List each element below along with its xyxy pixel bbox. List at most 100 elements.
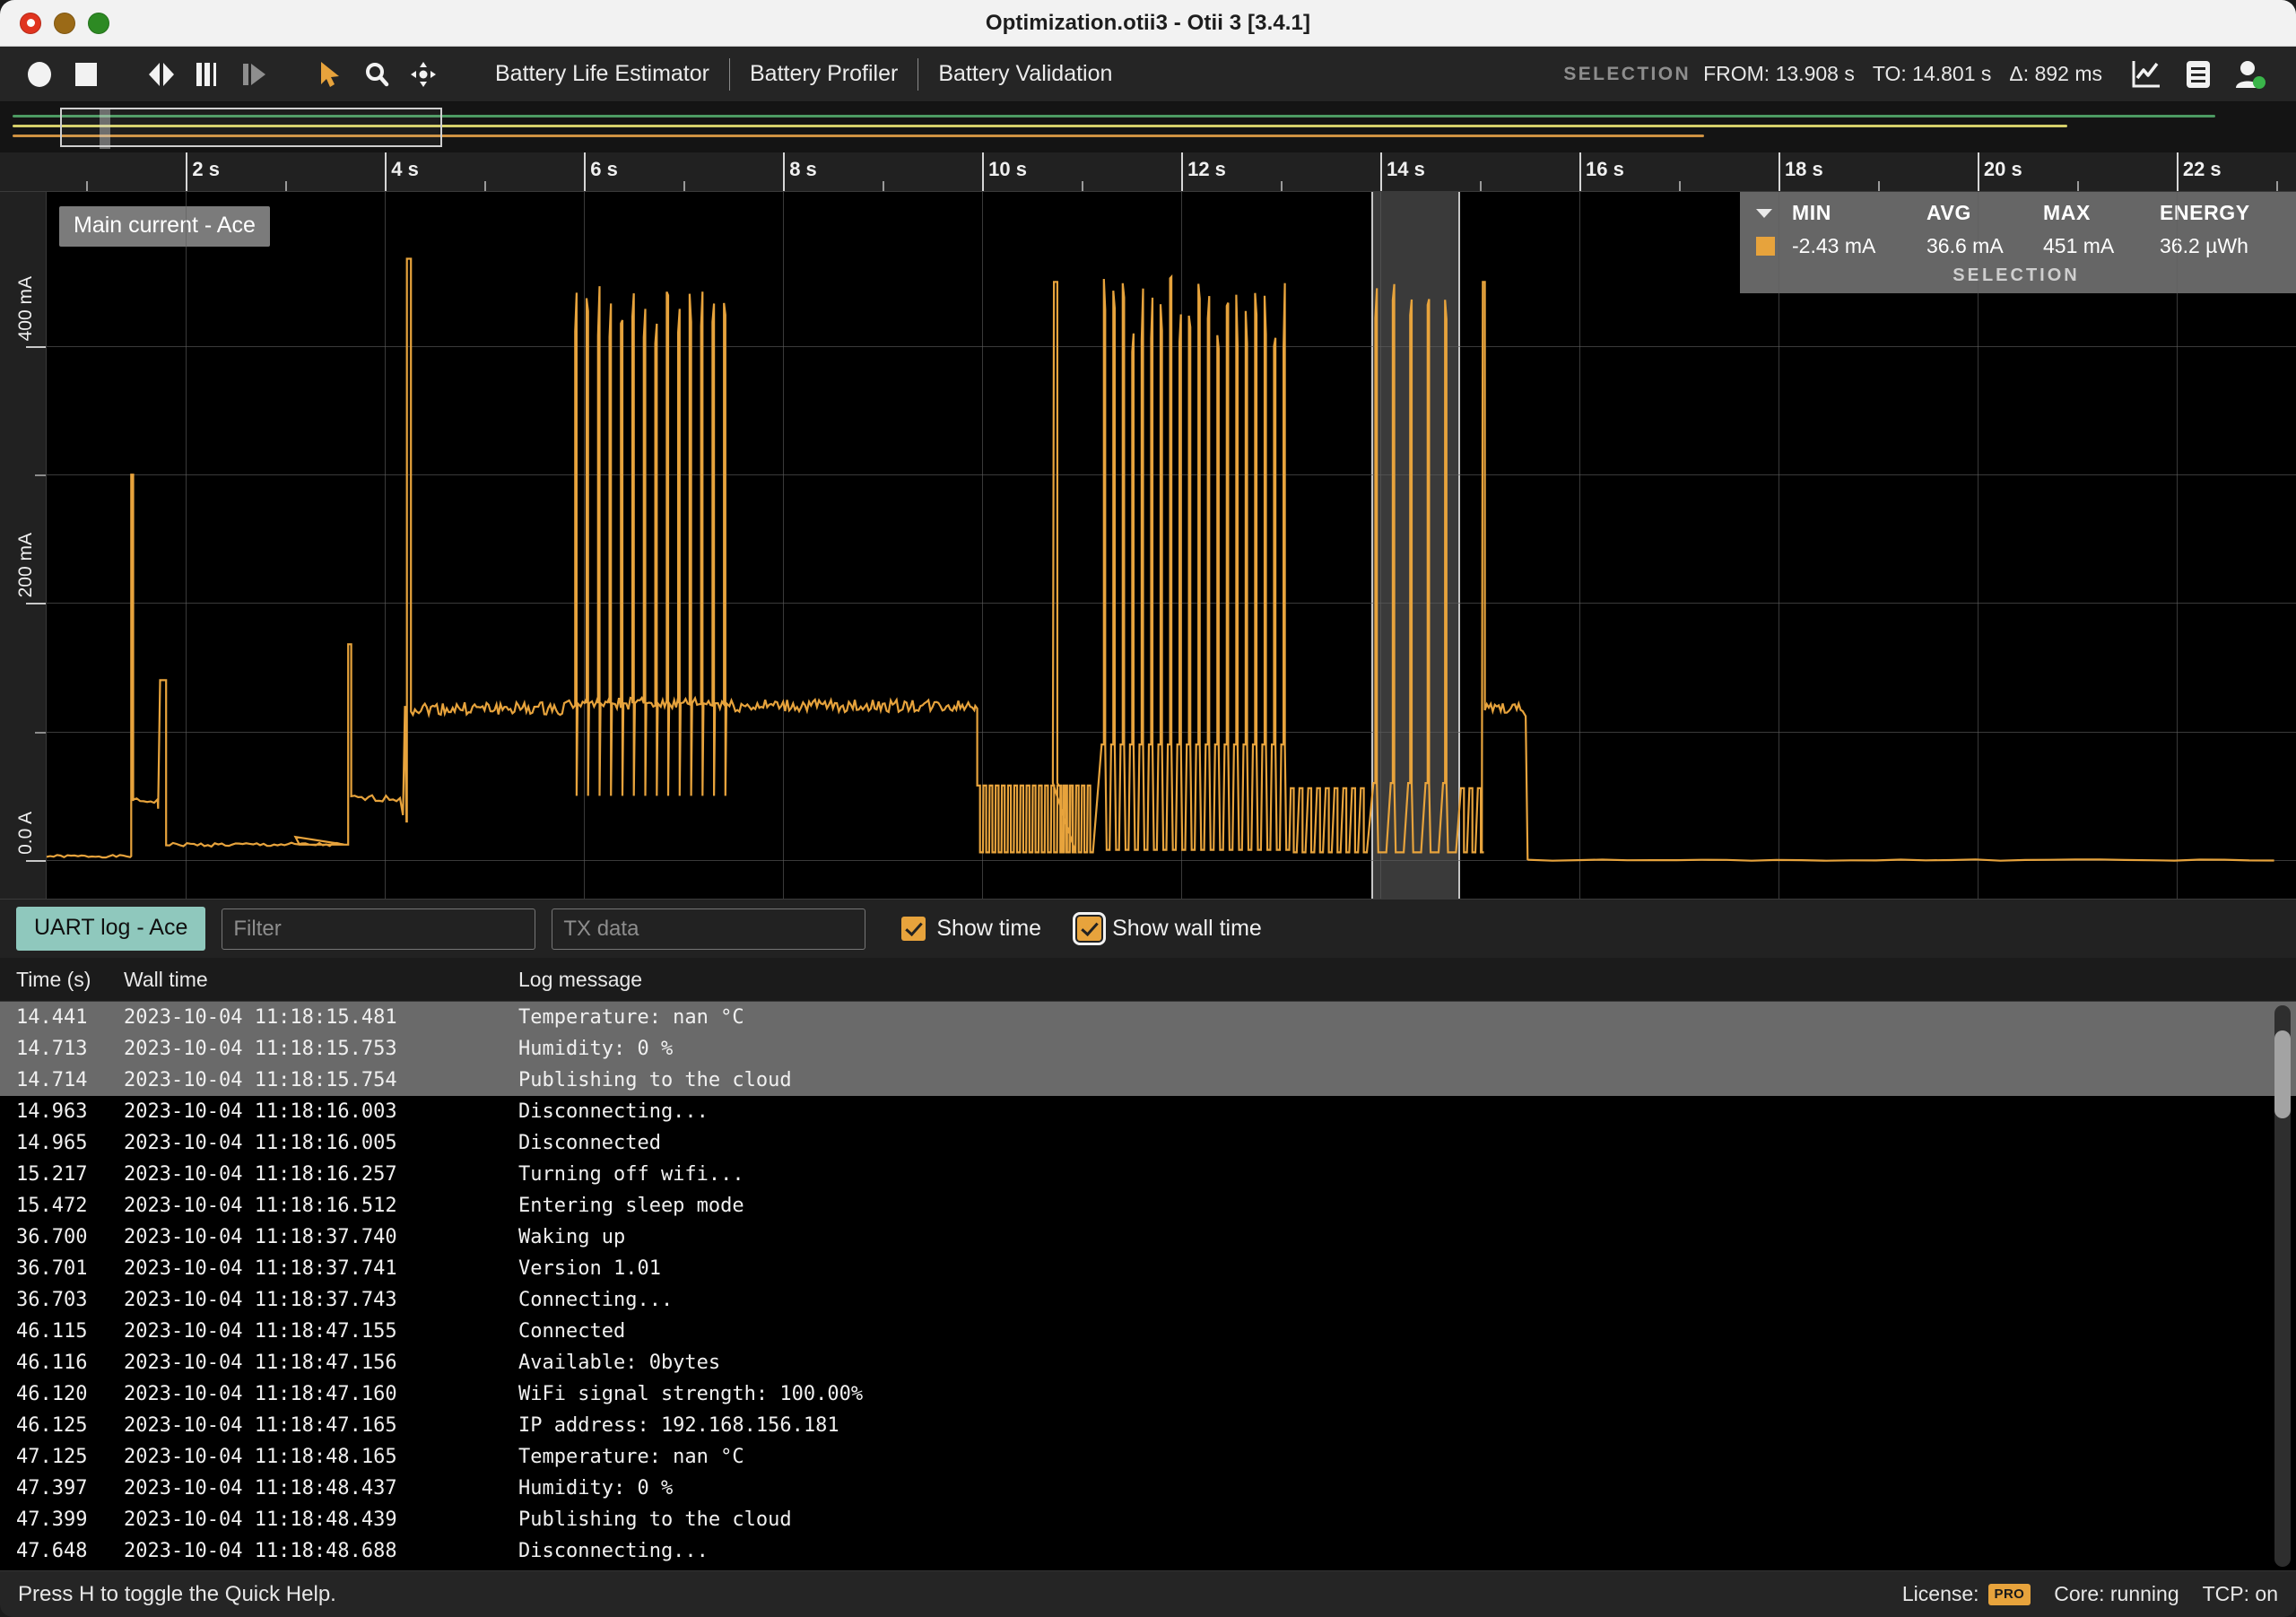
ruler-tick-minor — [683, 181, 686, 191]
tcp-status: TCP: on — [2202, 1582, 2278, 1605]
y-axis: 0.0 A 200 mA 400 mA — [0, 192, 47, 899]
log-row[interactable]: 36.700 2023-10-04 11:18:37.740 Waking up — [0, 1221, 2296, 1253]
tx-data-input[interactable] — [552, 908, 866, 950]
uart-log-tab[interactable]: UART log - Ace — [16, 907, 206, 951]
maximize-button[interactable] — [88, 12, 109, 34]
log-scrollbar[interactable] — [2274, 1005, 2291, 1567]
step-forward-button[interactable] — [231, 54, 278, 95]
log-row-time: 14.713 — [16, 1038, 88, 1060]
selection-to: TO: 14.801 s — [1873, 62, 1992, 86]
log-row[interactable]: 36.701 2023-10-04 11:18:37.741 Version 1.0… — [0, 1253, 2296, 1284]
overview-viewport-handle[interactable] — [100, 109, 111, 149]
time-ruler[interactable]: 2 s 4 s 6 s 8 s 10 s 12 s 14 s 16 s 18 s 20 s 22 s — [0, 152, 2296, 192]
grid-line-vertical — [783, 192, 785, 899]
log-row[interactable]: 14.963 2023-10-04 11:18:16.003 Disconnecti… — [0, 1096, 2296, 1127]
chart-view-icon[interactable] — [2120, 53, 2172, 96]
current-plot[interactable]: Main current - Ace MIN AVG MAX ENERGY -2… — [47, 192, 2296, 899]
ruler-tick-label: 2 s — [192, 158, 220, 180]
log-row[interactable]: 46.116 2023-10-04 11:18:47.156 Available: … — [0, 1347, 2296, 1378]
log-row[interactable]: 15.217 2023-10-04 11:18:16.257 Turning off… — [0, 1159, 2296, 1190]
menu-battery-validation[interactable]: Battery Validation — [918, 61, 1132, 87]
show-time-checkbox[interactable]: Show time — [901, 916, 1041, 942]
log-row[interactable]: 36.703 2023-10-04 11:18:37.743 Connecting.… — [0, 1284, 2296, 1316]
show-wall-time-checkbox-box[interactable] — [1073, 912, 1107, 945]
ruler-tick-minor — [1877, 181, 1880, 191]
log-row-time: 46.116 — [16, 1352, 88, 1374]
zoom-tool-button[interactable] — [353, 54, 400, 95]
select-tool-button[interactable] — [307, 54, 353, 95]
uart-toolbar: UART log - Ace Show time Show wall time — [0, 899, 2296, 958]
log-row[interactable]: 14.714 2023-10-04 11:18:15.754 Publishing … — [0, 1065, 2296, 1096]
log-row-wall-time: 2023-10-04 11:18:48.688 — [124, 1540, 397, 1562]
grid-line-horizontal — [47, 345, 2296, 347]
log-row-time: 15.472 — [16, 1195, 88, 1217]
log-row[interactable]: 47.125 2023-10-04 11:18:48.165 Temperature… — [0, 1441, 2296, 1473]
y-axis-label: 0.0 A — [15, 812, 36, 856]
show-wall-time-checkbox[interactable]: Show wall time — [1073, 912, 1262, 945]
y-axis-tick-major — [26, 860, 46, 863]
log-row[interactable]: 46.120 2023-10-04 11:18:47.160 WiFi signal… — [0, 1378, 2296, 1410]
log-row[interactable]: 14.713 2023-10-04 11:18:15.753 Humidity: 0… — [0, 1033, 2296, 1065]
statistics-collapse-icon[interactable] — [1756, 208, 1792, 218]
user-account-icon[interactable] — [2224, 53, 2276, 96]
log-scrollbar-thumb[interactable] — [2274, 1030, 2291, 1118]
log-rows-container: 14.441 2023-10-04 11:18:15.481 Temperature… — [0, 1002, 2296, 1567]
log-column-wall-time[interactable]: Wall time — [124, 968, 518, 992]
log-row-message: Temperature: nan °C — [518, 1006, 744, 1029]
log-row-message: Humidity: 0 % — [518, 1477, 674, 1500]
log-row[interactable]: 15.472 2023-10-04 11:18:16.512 Entering sl… — [0, 1190, 2296, 1221]
grid-line-vertical — [982, 192, 984, 899]
graph-area: 0.0 A 200 mA 400 mA Main current - Ace MIN… — [0, 192, 2296, 899]
ruler-tick-label: 8 s — [789, 158, 817, 180]
menu-battery-profiler[interactable]: Battery Profiler — [730, 61, 918, 87]
menu-battery-life-estimator[interactable]: Battery Life Estimator — [475, 61, 729, 87]
log-row[interactable]: 47.648 2023-10-04 11:18:48.688 Disconnecti… — [0, 1535, 2296, 1567]
log-row-time: 36.700 — [16, 1226, 88, 1248]
log-row-time: 47.648 — [16, 1540, 88, 1562]
selection-band[interactable] — [1370, 192, 1460, 899]
selection-from: FROM: 13.908 s — [1703, 62, 1855, 86]
pan-tool-button[interactable] — [400, 54, 447, 95]
record-button[interactable] — [16, 54, 63, 95]
log-column-message[interactable]: Log message — [518, 968, 2280, 992]
log-row[interactable]: 14.441 2023-10-04 11:18:15.481 Temperature… — [0, 1002, 2296, 1033]
statistics-scope-label: SELECTION — [1952, 265, 2080, 285]
log-table-body[interactable]: 14.441 2023-10-04 11:18:15.481 Temperature… — [0, 1001, 2296, 1570]
log-row-message: Disconnected — [518, 1132, 661, 1154]
log-row-wall-time: 2023-10-04 11:18:37.743 — [124, 1289, 397, 1311]
filter-input[interactable] — [222, 908, 536, 950]
log-row[interactable]: 14.965 2023-10-04 11:18:16.005 Disconnecte… — [0, 1127, 2296, 1159]
title-bar: Optimization.otii3 - Otii 3 [3.4.1] — [0, 0, 2296, 47]
log-row-wall-time: 2023-10-04 11:18:48.439 — [124, 1508, 397, 1531]
log-row[interactable]: 47.399 2023-10-04 11:18:48.439 Publishing … — [0, 1504, 2296, 1535]
grid-line-horizontal — [47, 603, 2296, 604]
y-axis-tick-major — [26, 603, 46, 605]
ruler-tick-label: 6 s — [590, 158, 618, 180]
show-time-checkbox-box[interactable] — [901, 917, 926, 941]
selection-from-value: 13.908 s — [1775, 62, 1855, 85]
log-row-message: Disconnecting... — [518, 1540, 709, 1562]
license-label: License: — [1901, 1582, 1979, 1605]
split-panes-button[interactable] — [185, 54, 231, 95]
log-row-wall-time: 2023-10-04 11:18:15.753 — [124, 1038, 397, 1060]
grid-line-vertical — [186, 192, 187, 899]
channel-badge[interactable]: Main current - Ace — [59, 206, 270, 247]
channel-color-swatch — [1756, 237, 1792, 256]
stop-button[interactable] — [63, 54, 109, 95]
overview-viewport-selector[interactable] — [60, 108, 442, 149]
log-row[interactable]: 46.115 2023-10-04 11:18:47.155 Connected — [0, 1316, 2296, 1347]
log-column-time[interactable]: Time (s) — [16, 968, 124, 992]
close-button[interactable] — [20, 12, 41, 34]
log-row[interactable]: 47.397 2023-10-04 11:18:48.437 Humidity: 0… — [0, 1473, 2296, 1504]
y-axis-tick-minor — [35, 731, 46, 734]
minimize-button[interactable] — [54, 12, 75, 34]
log-row[interactable]: 46.125 2023-10-04 11:18:47.165 IP address:… — [0, 1410, 2296, 1441]
stat-value-avg: 36.6 mA — [1926, 234, 2004, 257]
log-row-message: IP address: 192.168.156.181 — [518, 1414, 839, 1437]
log-row-wall-time: 2023-10-04 11:18:15.481 — [124, 1006, 397, 1029]
ruler-tick-minor — [2076, 181, 2079, 191]
fit-width-button[interactable] — [138, 54, 185, 95]
log-view-icon[interactable] — [2172, 53, 2224, 96]
timeline-overview[interactable] — [0, 102, 2296, 152]
window-title: Optimization.otii3 - Otii 3 [3.4.1] — [985, 10, 1311, 35]
